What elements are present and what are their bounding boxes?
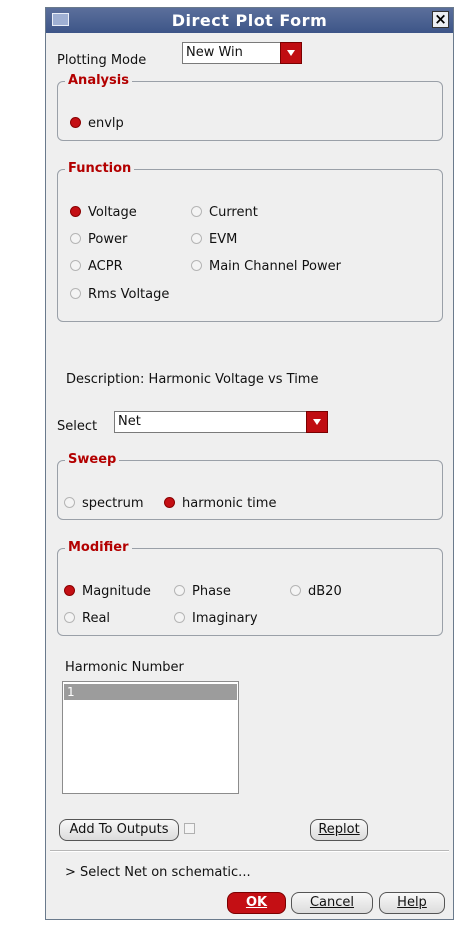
sweep-legend: Sweep: [65, 452, 120, 468]
radio-voltage[interactable]: Voltage: [70, 205, 137, 221]
modifier-legend: Modifier: [65, 540, 132, 556]
radio-unselected-icon: [70, 288, 81, 299]
harmonic-number-item[interactable]: 1: [64, 684, 237, 700]
radio-rms-voltage-label: Rms Voltage: [88, 287, 170, 302]
radio-evm-label: EVM: [209, 232, 238, 247]
status-text: > Select Net on schematic...: [65, 865, 251, 880]
analysis-group: Analysis envlp: [57, 73, 443, 141]
radio-unselected-icon: [174, 585, 185, 596]
radio-acpr[interactable]: ACPR: [70, 259, 123, 275]
radio-unselected-icon: [191, 206, 202, 217]
radio-unselected-icon: [64, 612, 75, 623]
radio-power[interactable]: Power: [70, 232, 127, 248]
radio-selected-icon: [64, 585, 75, 596]
radio-envlp[interactable]: envlp: [70, 116, 124, 132]
ok-button[interactable]: OK: [227, 892, 286, 914]
help-button-label: Help: [397, 895, 427, 910]
chevron-down-icon[interactable]: [306, 411, 328, 433]
description-text: Description: Harmonic Voltage vs Time: [66, 372, 319, 387]
radio-envlp-label: envlp: [88, 116, 124, 131]
radio-power-label: Power: [88, 232, 128, 247]
window-title: Direct Plot Form: [171, 11, 328, 30]
radio-harmonic-time-label: harmonic time: [182, 496, 277, 511]
direct-plot-form-window: Direct Plot Form × Plotting Mode New Win…: [45, 7, 454, 920]
radio-phase[interactable]: Phase: [174, 584, 231, 600]
radio-phase-label: Phase: [192, 584, 231, 599]
radio-magnitude[interactable]: Magnitude: [64, 584, 151, 600]
radio-voltage-label: Voltage: [88, 205, 137, 220]
radio-selected-icon: [164, 497, 175, 508]
radio-imaginary-label: Imaginary: [192, 611, 258, 626]
radio-unselected-icon: [191, 260, 202, 271]
sweep-group: Sweep spectrum harmonic time: [57, 452, 443, 520]
radio-unselected-icon: [70, 233, 81, 244]
radio-db20[interactable]: dB20: [290, 584, 342, 600]
radio-unselected-icon: [191, 233, 202, 244]
chevron-down-icon[interactable]: [280, 42, 302, 64]
select-label: Select: [57, 419, 98, 434]
modifier-group: Modifier Magnitude Phase dB20 Real Imagi…: [57, 540, 443, 636]
radio-real-label: Real: [82, 611, 111, 626]
radio-spectrum-label: spectrum: [82, 496, 144, 511]
radio-imaginary[interactable]: Imaginary: [174, 611, 258, 627]
function-legend: Function: [65, 161, 135, 177]
radio-main-channel-power-label: Main Channel Power: [209, 259, 341, 274]
radio-current-label: Current: [209, 205, 258, 220]
replot-button[interactable]: Replot: [310, 819, 368, 841]
radio-selected-icon: [70, 206, 81, 217]
select-dropdown[interactable]: Net: [114, 411, 328, 433]
radio-current[interactable]: Current: [191, 205, 258, 221]
harmonic-number-label: Harmonic Number: [65, 660, 184, 675]
cancel-button-label: Cancel: [309, 895, 355, 910]
replot-button-label: Replot: [318, 822, 360, 837]
radio-real[interactable]: Real: [64, 611, 110, 627]
radio-acpr-label: ACPR: [88, 259, 123, 274]
ok-button-label: OK: [245, 895, 268, 910]
radio-selected-icon: [70, 117, 81, 128]
separator: [50, 850, 449, 852]
radio-evm[interactable]: EVM: [191, 232, 237, 248]
radio-rms-voltage[interactable]: Rms Voltage: [70, 287, 169, 303]
plotting-mode-value: New Win: [186, 45, 243, 60]
select-value: Net: [118, 414, 141, 429]
close-icon[interactable]: ×: [432, 11, 449, 28]
function-group: Function Voltage Current Power EVM ACPR …: [57, 161, 443, 322]
title-bar[interactable]: Direct Plot Form ×: [46, 8, 453, 33]
add-to-outputs-button[interactable]: Add To Outputs: [59, 819, 179, 841]
radio-harmonic-time[interactable]: harmonic time: [164, 496, 276, 512]
radio-db20-label: dB20: [308, 584, 342, 599]
cancel-button[interactable]: Cancel: [291, 892, 373, 914]
plotting-mode-label: Plotting Mode: [57, 53, 147, 68]
radio-unselected-icon: [70, 260, 81, 271]
radio-magnitude-label: Magnitude: [82, 584, 151, 599]
plotting-mode-dropdown[interactable]: New Win: [182, 42, 302, 64]
harmonic-number-listbox[interactable]: 1: [62, 681, 239, 794]
radio-unselected-icon: [174, 612, 185, 623]
radio-unselected-icon: [64, 497, 75, 508]
radio-main-channel-power[interactable]: Main Channel Power: [191, 259, 341, 275]
radio-unselected-icon: [290, 585, 301, 596]
radio-spectrum[interactable]: spectrum: [64, 496, 144, 512]
analysis-legend: Analysis: [65, 73, 132, 89]
add-to-outputs-checkbox[interactable]: [184, 823, 195, 834]
help-button[interactable]: Help: [379, 892, 445, 914]
